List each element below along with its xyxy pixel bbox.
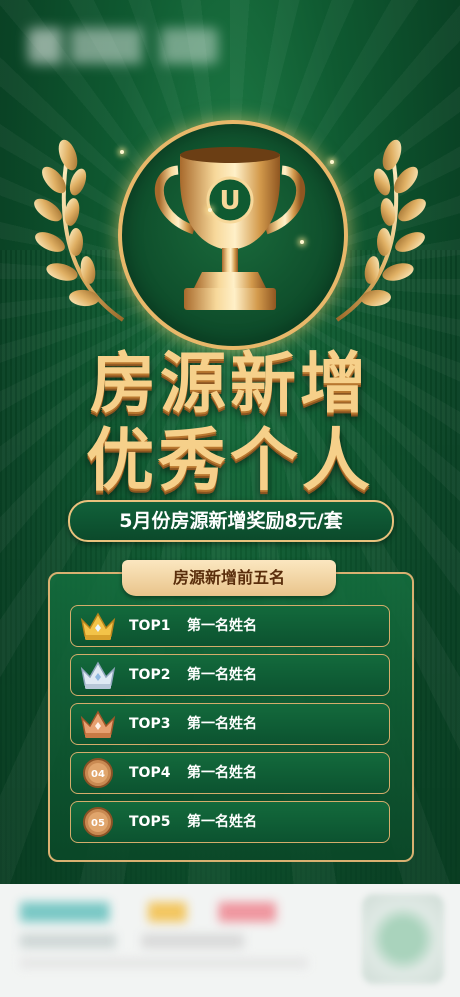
trophy-letter: U — [219, 186, 240, 216]
trophy-area: U — [0, 90, 460, 350]
trophy-icon: U — [154, 147, 306, 310]
rank-name: 第一名姓名 — [187, 814, 257, 830]
silver-crown-icon — [80, 661, 116, 689]
rank-row-4: 04 TOP4 第一名姓名 — [70, 752, 390, 794]
medal-number: 04 — [91, 769, 105, 780]
bronze-crown-icon — [80, 710, 116, 738]
sparkle — [330, 160, 334, 164]
rank-row-5: 05 TOP5 第一名姓名 — [70, 801, 390, 843]
rank-row-2: TOP2 第一名姓名 — [70, 654, 390, 696]
gold-crown-icon — [80, 612, 116, 640]
rank-label: TOP5 — [129, 814, 171, 830]
rank-row-3: TOP3 第一名姓名 — [70, 703, 390, 745]
rank-label: TOP1 — [129, 618, 171, 634]
rank-name: 第一名姓名 — [187, 765, 257, 781]
rank-name: 第一名姓名 — [187, 667, 257, 683]
rank-name: 第一名姓名 — [187, 618, 257, 634]
blurred-logo — [28, 28, 218, 64]
footer — [0, 884, 460, 997]
sparkle — [300, 240, 304, 244]
sparkle — [208, 208, 212, 212]
blurred-footer-info — [20, 902, 340, 974]
medal-04-icon: 04 — [83, 758, 113, 788]
rank-label: TOP2 — [129, 667, 171, 683]
sparkle — [120, 150, 124, 154]
medal-05-icon: 05 — [83, 807, 113, 837]
medal-number: 05 — [91, 818, 105, 829]
ranking-panel-heading: 房源新增前五名 — [122, 560, 336, 596]
rank-row-1: TOP1 第一名姓名 — [70, 605, 390, 647]
rank-name: 第一名姓名 — [187, 716, 257, 732]
rank-label: TOP4 — [129, 765, 171, 781]
laurel-left-icon — [34, 139, 125, 322]
reward-subtitle: 5月份房源新增奖励8元/套 — [68, 500, 394, 542]
rank-label: TOP3 — [129, 716, 171, 732]
poster: U 房源新增 优秀个人 5月份房源新增奖励8元/套 房源新增前五名 TOP1 第… — [0, 0, 460, 997]
title-line-2: 优秀个人 — [85, 422, 374, 501]
blurred-qr-code — [362, 894, 444, 984]
